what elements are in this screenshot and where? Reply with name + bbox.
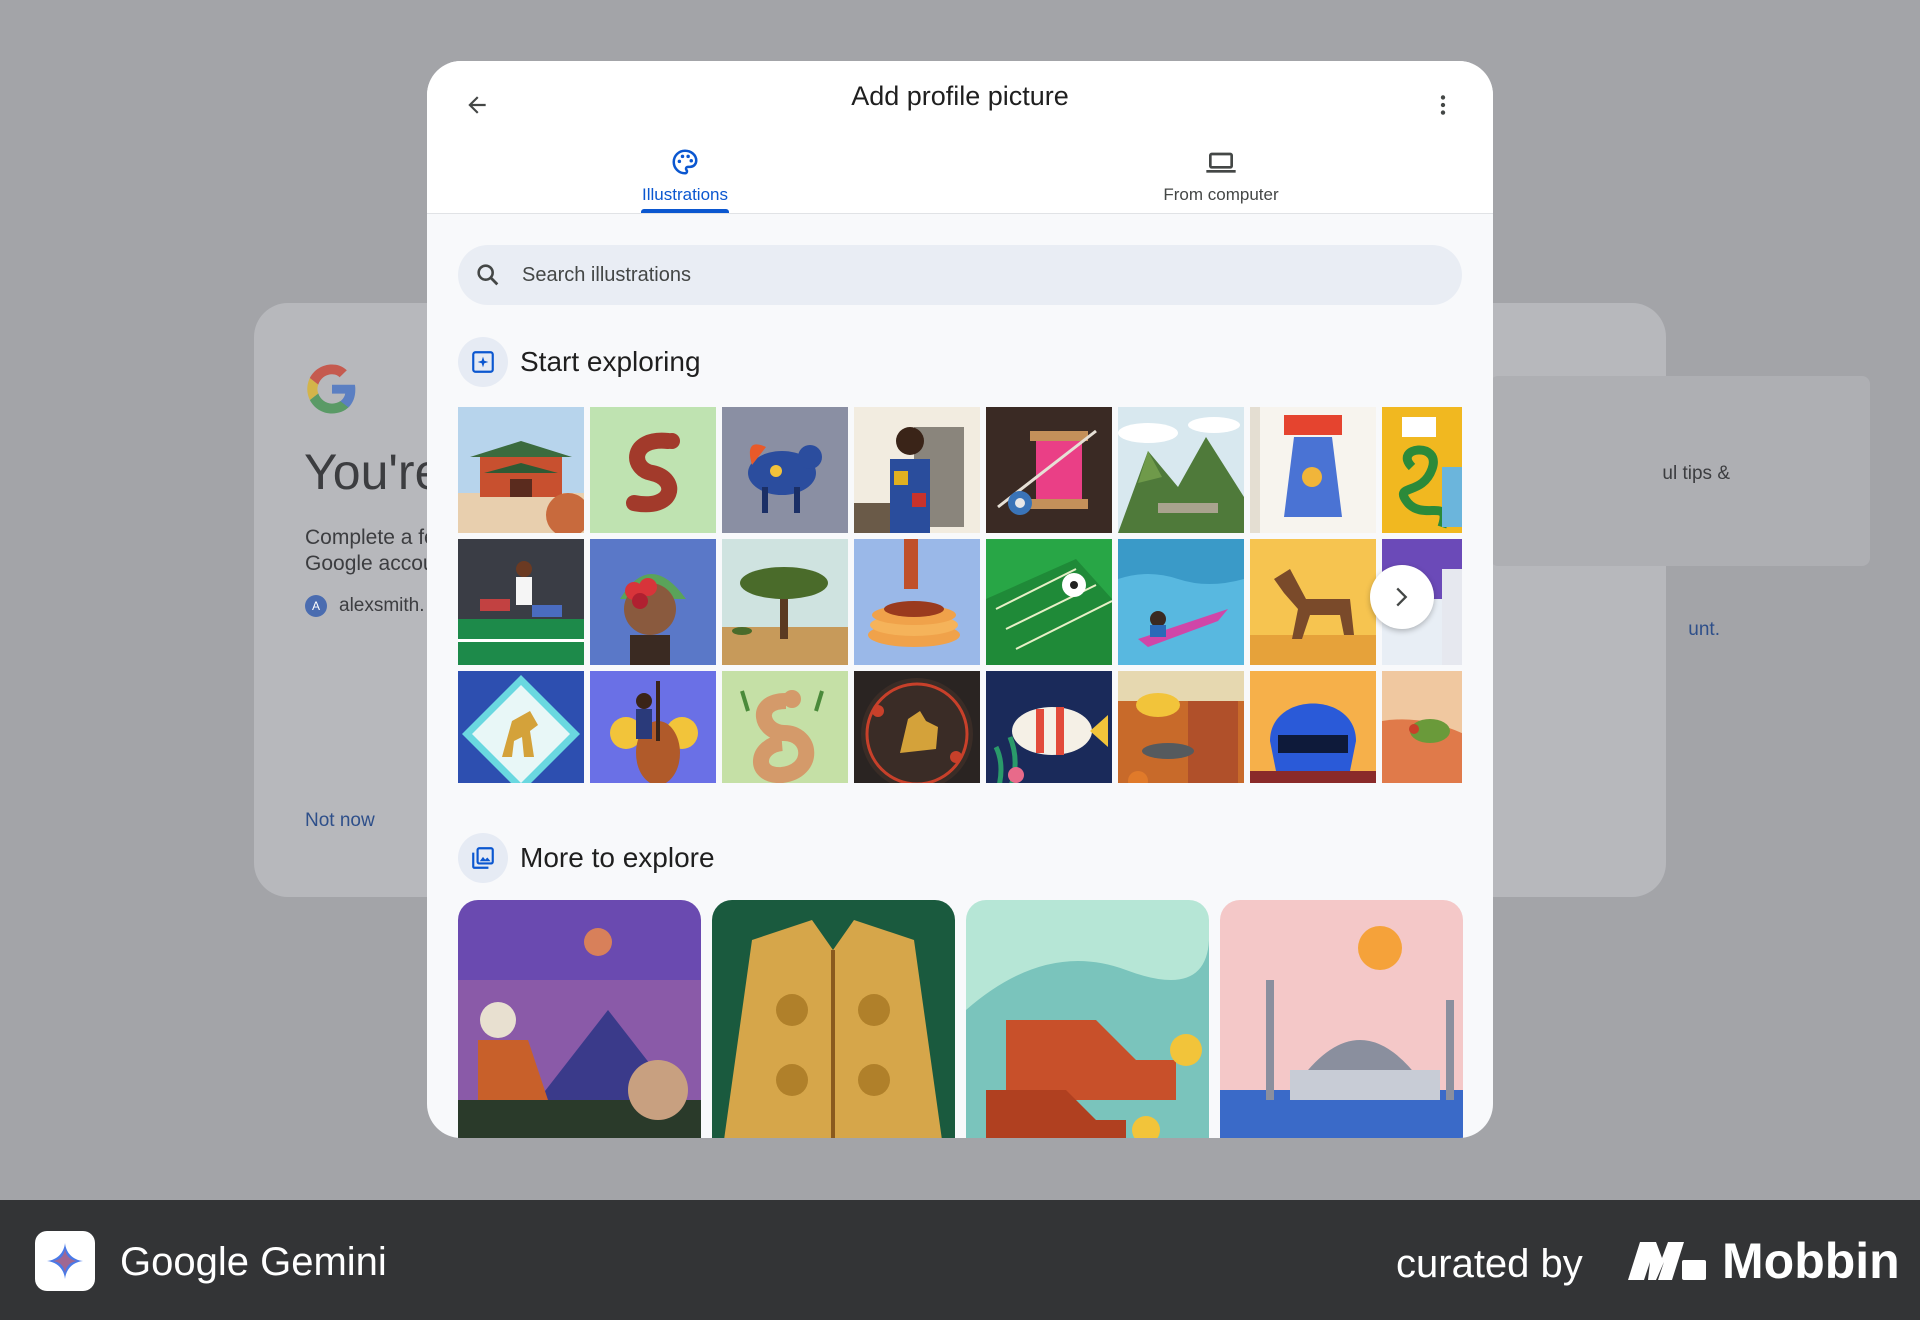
collection-card[interactable]	[966, 900, 1209, 1138]
background-heading: You're	[304, 444, 443, 500]
more-options-button[interactable]	[1417, 79, 1469, 131]
google-logo-icon	[307, 364, 356, 414]
tab-illustrations-label: Illustrations	[642, 185, 728, 204]
illustration-tile[interactable]	[854, 407, 980, 533]
illustrations-grid	[458, 407, 1462, 783]
illustration-tile[interactable]	[1118, 539, 1244, 665]
gemini-app-icon	[35, 1231, 95, 1291]
curated-by-label: curated by	[1396, 1242, 1583, 1286]
illustration-tile[interactable]	[1250, 539, 1376, 665]
illustration-tile[interactable]	[722, 539, 848, 665]
illustration-tile[interactable]	[458, 539, 584, 665]
illustration-tile[interactable]	[1250, 407, 1376, 533]
illustration-tile[interactable]	[1382, 671, 1462, 783]
dialog-title: Add profile picture	[851, 81, 1069, 111]
not-now-link[interactable]: Not now	[305, 810, 375, 832]
illustration-tile[interactable]	[722, 407, 848, 533]
search-input[interactable]: Search illustrations	[458, 245, 1462, 305]
tab-illustrations[interactable]: Illustrations	[615, 145, 755, 205]
collection-card[interactable]	[458, 900, 701, 1138]
mobbin-mark-icon	[1628, 1242, 1706, 1280]
tab-from-computer-label: From computer	[1163, 185, 1279, 204]
illustration-tile[interactable]	[1118, 671, 1244, 783]
more-vert-icon	[1440, 95, 1446, 115]
illustration-tile[interactable]	[590, 671, 716, 783]
background-side-link[interactable]: unt.	[1490, 619, 1720, 641]
dialog-header: Add profile picture Illustrations From c…	[427, 61, 1493, 214]
illustration-tile[interactable]	[1118, 407, 1244, 533]
background-side-text: ul tips &	[1662, 463, 1730, 484]
illustration-tile[interactable]	[1382, 407, 1462, 533]
search-placeholder: Search illustrations	[522, 263, 691, 286]
footer-bar: Google Gemini curated by Mobbin	[0, 1200, 1920, 1320]
illustration-tile[interactable]	[458, 407, 584, 533]
chevron-right-icon	[1396, 587, 1408, 607]
palette-icon	[672, 149, 698, 175]
tab-from-computer[interactable]: From computer	[1151, 145, 1291, 205]
collection-card[interactable]	[712, 900, 955, 1138]
illustration-tile[interactable]	[854, 539, 980, 665]
more-to-explore-label: More to explore	[520, 842, 715, 873]
collection-card[interactable]	[1220, 900, 1463, 1138]
illustration-tile[interactable]	[1250, 671, 1376, 783]
illustration-tile[interactable]	[458, 671, 584, 783]
more-to-explore-heading: More to explore	[458, 833, 715, 883]
sparkle-box-icon	[458, 337, 508, 387]
illustration-tile[interactable]	[986, 539, 1112, 665]
photo-library-icon	[458, 833, 508, 883]
illustration-tile[interactable]	[986, 671, 1112, 783]
start-exploring-label: Start exploring	[520, 346, 701, 377]
illustration-tile[interactable]	[722, 671, 848, 783]
account-email: alexsmith.	[339, 595, 425, 616]
mobbin-name: Mobbin	[1722, 1233, 1900, 1289]
avatar: A	[305, 595, 327, 617]
app-name: Google Gemini	[120, 1240, 387, 1284]
illustration-tile[interactable]	[590, 539, 716, 665]
start-exploring-heading: Start exploring	[458, 337, 701, 387]
laptop-icon	[1206, 152, 1236, 173]
next-button[interactable]	[1370, 565, 1434, 629]
mobbin-logo: Mobbin	[1626, 1232, 1900, 1290]
selected-tab-indicator	[641, 209, 729, 213]
search-icon	[477, 264, 499, 286]
illustration-tile[interactable]	[590, 407, 716, 533]
illustration-tile[interactable]	[986, 407, 1112, 533]
background-account: A alexsmith.	[305, 595, 425, 617]
illustration-tile[interactable]	[854, 671, 980, 783]
add-profile-picture-dialog: Add profile picture Illustrations From c…	[427, 61, 1493, 1138]
